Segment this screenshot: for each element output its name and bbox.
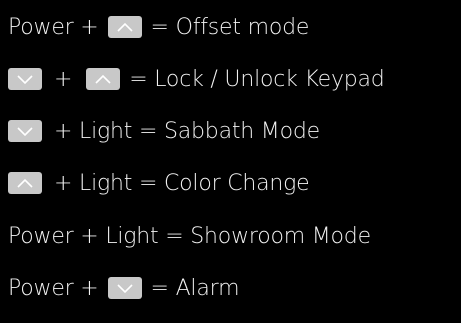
chevron-up-key-icon bbox=[8, 172, 42, 194]
legend-row-alarm: Power + = Alarm bbox=[8, 272, 240, 304]
legend-result: = Alarm bbox=[150, 275, 240, 301]
legend-prefix: Power + bbox=[8, 275, 99, 301]
legend-prefix: Power + bbox=[8, 14, 99, 40]
chevron-down-key-icon bbox=[8, 68, 42, 90]
legend-result: + Light = Sabbath Mode bbox=[54, 118, 320, 144]
legend-row-showroom-mode: Power + Light = Showroom Mode bbox=[8, 220, 371, 252]
legend-result: = Offset mode bbox=[150, 14, 310, 40]
legend-row-color-change: + Light = Color Change bbox=[8, 167, 310, 199]
legend-row-offset-mode: Power + = Offset mode bbox=[8, 11, 309, 43]
legend-result: + Light = Color Change bbox=[54, 170, 310, 196]
legend-row-lock-keypad: + = Lock / Unlock Keypad bbox=[8, 63, 385, 95]
chevron-down-key-icon bbox=[107, 277, 142, 299]
chevron-up-key-icon bbox=[86, 68, 121, 90]
chevron-up-key-icon bbox=[107, 16, 142, 38]
legend-text: Power + Light = Showroom Mode bbox=[8, 223, 371, 249]
chevron-down-key-icon bbox=[8, 120, 42, 142]
legend-plus: + bbox=[54, 66, 73, 92]
legend-row-sabbath-mode: + Light = Sabbath Mode bbox=[8, 115, 320, 147]
legend-result: = Lock / Unlock Keypad bbox=[129, 66, 385, 92]
